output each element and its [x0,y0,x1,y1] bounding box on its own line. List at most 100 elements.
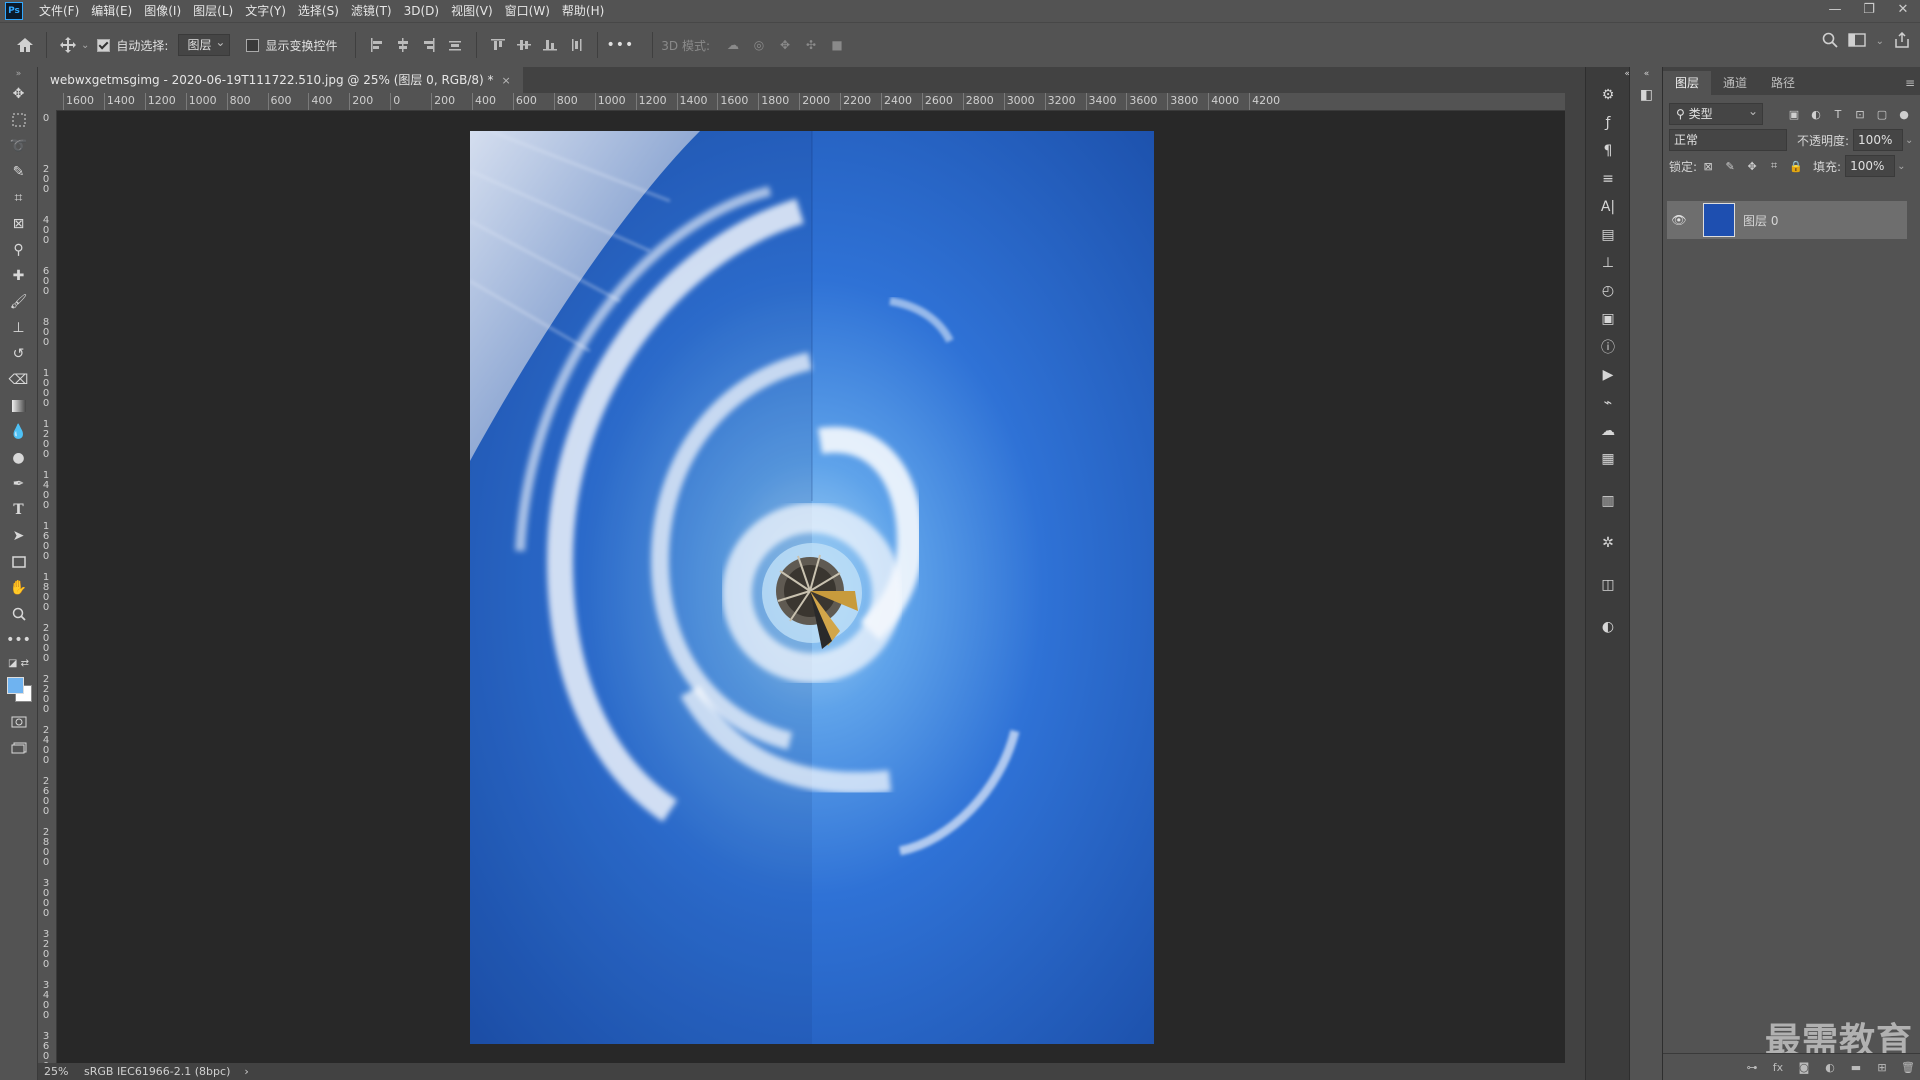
filter-pixel-icon[interactable]: ▣ [1783,108,1805,121]
notes-panel-icon[interactable]: ▥ [1586,487,1630,515]
share-icon[interactable] [1894,31,1910,51]
swap-colors-icon[interactable]: ◪ ⇄ [0,653,37,673]
marquee-tool-icon[interactable] [0,107,37,133]
info-panel-icon[interactable]: ⓘ [1586,333,1630,361]
lock-all-icon[interactable]: 🔒 [1785,160,1807,173]
new-adjustment-icon[interactable]: ◐ [1817,1061,1843,1074]
navigator-panel-icon[interactable]: ✲ [1586,529,1630,557]
character-panel-icon[interactable]: A| [1586,193,1630,221]
adjustments-panel-icon[interactable]: ≡ [1586,165,1630,193]
roll-3d-icon[interactable]: ◎ [746,32,772,58]
rectangle-tool-icon[interactable] [0,549,37,575]
chevron-down-icon[interactable]: ⌄ [1897,161,1905,172]
menu-type[interactable]: 文字(Y) [239,0,292,22]
clone-stamp-tool-icon[interactable]: ⊥ [0,315,37,341]
pen-tool-icon[interactable]: ✒ [0,471,37,497]
type-tool-icon[interactable]: T [0,497,37,523]
home-icon[interactable] [12,32,38,58]
tab-channels[interactable]: 通道 [1711,71,1759,95]
layer-comps-icon[interactable]: ◧ [1630,81,1663,109]
history-brush-tool-icon[interactable]: ↺ [0,341,37,367]
menu-3d[interactable]: 3D(D) [398,0,445,22]
align-center-icon[interactable] [390,32,416,58]
screen-mode-icon[interactable] [0,735,37,761]
lock-pixels-icon[interactable]: ✎ [1719,160,1741,173]
collapse-dock-icon[interactable]: « [1630,67,1663,81]
frame-tool-icon[interactable]: ⊠ [0,211,37,237]
menu-layer[interactable]: 图层(L) [187,0,239,22]
brushes-panel-icon[interactable]: ƒ [1586,109,1630,137]
paragraph-panel-icon[interactable]: ¶ [1586,137,1630,165]
menu-select[interactable]: 选择(S) [292,0,345,22]
show-transform-checkbox[interactable] [246,38,260,52]
filter-shape-icon[interactable]: ⊡ [1849,108,1871,121]
healing-brush-tool-icon[interactable]: ✚ [0,263,37,289]
menu-file[interactable]: 文件(F) [33,0,85,22]
auto-select-checkbox[interactable] [97,38,111,52]
pan-3d-icon[interactable]: ✥ [772,32,798,58]
paths-dock-icon[interactable]: ⌁ [1586,389,1630,417]
align-left-icon[interactable] [364,32,390,58]
layer-name[interactable]: 图层 0 [1743,212,1778,229]
align-bottom-icon[interactable] [537,32,563,58]
swatches-panel-icon[interactable]: ▦ [1586,445,1630,473]
restore-button[interactable]: ❐ [1852,0,1886,22]
color-panel-icon[interactable]: ◐ [1586,613,1630,641]
tab-paths[interactable]: 路径 [1759,71,1807,95]
new-group-icon[interactable]: ▬ [1843,1061,1869,1074]
history-panel-icon[interactable]: ◴ [1586,277,1630,305]
actions-panel-icon[interactable]: ▶ [1586,361,1630,389]
glyphs-panel-icon[interactable]: ▣ [1586,305,1630,333]
3d-panel-icon[interactable]: ☁ [1586,417,1630,445]
path-selection-tool-icon[interactable]: ➤ [0,523,37,549]
filter-toggle-icon[interactable]: ● [1893,108,1915,121]
add-mask-icon[interactable]: ◙ [1791,1061,1817,1074]
menu-help[interactable]: 帮助(H) [556,0,610,22]
fill-field[interactable]: 100% [1845,155,1896,177]
align-right-icon[interactable] [416,32,442,58]
camera-3d-icon[interactable]: ■ [824,32,850,58]
blur-tool-icon[interactable]: 💧 [0,419,37,445]
workspace-icon[interactable] [1847,33,1866,50]
close-button[interactable]: ✕ [1886,0,1920,22]
chevron-down-icon[interactable]: ⌄ [1876,36,1884,47]
status-menu-arrow[interactable]: › [244,1065,248,1078]
lock-artboard-icon[interactable]: ⌗ [1763,159,1785,173]
align-middle-icon[interactable] [511,32,537,58]
eye-icon[interactable]: 👁 [1667,213,1691,227]
orbit-3d-icon[interactable]: ☁ [720,32,746,58]
quick-select-tool-icon[interactable]: ✎ [0,159,37,185]
blend-mode-dropdown[interactable]: 正常 [1669,129,1787,151]
crop-tool-icon[interactable]: ⌗ [0,185,37,211]
tab-layers[interactable]: 图层 [1663,71,1712,95]
brush-settings-icon[interactable]: ⚙ [1586,81,1630,109]
lock-transparency-icon[interactable]: ⊠ [1697,160,1719,173]
chevron-down-icon[interactable]: ⌄ [1905,135,1913,146]
menu-window[interactable]: 窗口(W) [499,0,556,22]
link-layers-icon[interactable]: ⊶ [1739,1061,1765,1074]
search-icon[interactable] [1822,32,1838,51]
zoom-level[interactable]: 25% [44,1065,84,1078]
menu-view[interactable]: 视图(V) [445,0,499,22]
lasso-tool-icon[interactable]: ➰ [0,133,37,159]
menu-edit[interactable]: 编辑(E) [85,0,138,22]
move-tool-preset-icon[interactable] [55,32,81,58]
collapse-toolbar-icon[interactable]: » [0,67,37,81]
clone-source-icon[interactable]: ⊥ [1586,249,1630,277]
canvas-area[interactable] [57,111,1565,1063]
zoom-tool-icon[interactable] [0,601,37,627]
add-style-icon[interactable]: fx [1765,1061,1791,1074]
dodge-tool-icon[interactable]: ● [0,445,37,471]
filter-type-icon[interactable]: T [1827,108,1849,121]
layer-filter-dropdown[interactable]: ⚲ 类型 [1669,101,1763,125]
eraser-tool-icon[interactable]: ⌫ [0,367,37,393]
vertical-scrollbar[interactable] [1565,93,1585,1063]
gradient-tool-icon[interactable] [0,393,37,419]
quick-mask-icon[interactable] [0,709,37,735]
delete-layer-icon[interactable]: 🗑 [1895,1061,1920,1074]
eyedropper-tool-icon[interactable]: ⚲ [0,237,37,263]
align-top-icon[interactable] [485,32,511,58]
new-layer-icon[interactable]: ⊞ [1869,1061,1895,1074]
distribute-vertical-icon[interactable] [563,32,589,58]
minimize-button[interactable]: — [1818,0,1852,22]
